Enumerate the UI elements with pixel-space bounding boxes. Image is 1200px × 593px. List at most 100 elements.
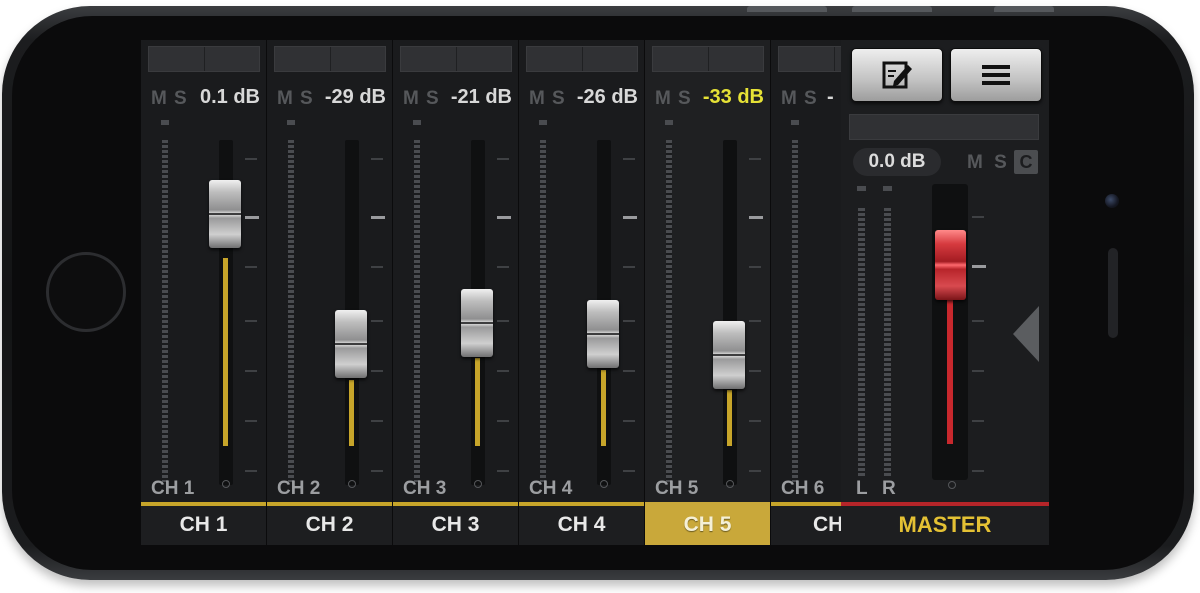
mixer-screen: M S 0.1 dB CH 1 M S -29 dB CH 2 M S -21 … (141, 40, 1049, 545)
tab-ch-5[interactable]: CH 5 (645, 502, 770, 545)
scale-tick (497, 420, 509, 422)
pan-knob[interactable] (474, 480, 482, 488)
fader-level-fill (601, 370, 606, 446)
front-camera (1105, 194, 1119, 208)
scale-tick (245, 420, 257, 422)
channel-strip-3: M S -21 dB CH 3 (393, 40, 519, 545)
peak-meter (400, 46, 512, 72)
fader-cap[interactable] (587, 300, 619, 368)
unity-tick (972, 265, 986, 268)
fader-cap[interactable] (209, 180, 241, 248)
master-mute-button[interactable]: M (967, 152, 986, 173)
right-level-meter (884, 208, 891, 478)
solo-button[interactable]: S (174, 88, 189, 110)
scale-tick (623, 420, 635, 422)
scale-tick (972, 320, 984, 322)
channel-strip-1: M S 0.1 dB CH 1 (141, 40, 267, 545)
scale-tick (371, 266, 383, 268)
channel-strip-4: M S -26 dB CH 4 (519, 40, 645, 545)
power-button (994, 6, 1054, 12)
pan-knob[interactable] (348, 480, 356, 488)
peak-meter (778, 46, 841, 72)
mute-button[interactable]: M (403, 88, 421, 110)
edit-button[interactable] (851, 48, 943, 102)
earpiece-speaker (1108, 248, 1118, 338)
level-meter (792, 140, 798, 482)
clip-button[interactable]: C (1014, 150, 1038, 174)
master-mute-solo: M S (967, 152, 1010, 174)
mute-button[interactable]: M (655, 88, 673, 110)
channel-label: CH 2 (277, 478, 321, 499)
scale-tick (371, 158, 383, 160)
solo-button[interactable]: S (426, 88, 441, 110)
scale-tick (972, 470, 984, 472)
solo-button[interactable]: S (678, 88, 693, 110)
tab-ch-6[interactable]: CH (771, 502, 841, 545)
master-section: 0.0 dB M S C L R MASTER (841, 40, 1049, 545)
scale-tick (623, 158, 635, 160)
tab-ch-2[interactable]: CH 2 (267, 502, 392, 545)
right-channel-label: R (882, 478, 896, 499)
mute-button[interactable]: M (781, 88, 799, 110)
tab-ch-3[interactable]: CH 3 (393, 502, 518, 545)
master-fader-cap[interactable] (935, 230, 966, 300)
left-meter-peak (857, 186, 866, 191)
meter-peak-indicator (413, 120, 421, 125)
scale-tick (749, 158, 761, 160)
scale-tick (497, 266, 509, 268)
mute-button[interactable]: M (151, 88, 169, 110)
tab-ch-4[interactable]: CH 4 (519, 502, 644, 545)
scale-tick (623, 370, 635, 372)
unity-tick (497, 216, 511, 219)
scale-tick (749, 470, 761, 472)
tab-ch-1[interactable]: CH 1 (141, 502, 266, 545)
solo-button[interactable]: S (300, 88, 315, 110)
mute-button[interactable]: M (277, 88, 295, 110)
mute-button[interactable]: M (529, 88, 547, 110)
tab-master[interactable]: MASTER (841, 502, 1049, 545)
fader-cap[interactable] (335, 310, 367, 378)
channel-label: CH 6 (781, 478, 825, 499)
scale-tick (371, 370, 383, 372)
menu-button[interactable] (950, 48, 1042, 102)
unity-tick (371, 216, 385, 219)
scale-tick (371, 420, 383, 422)
fader-cap[interactable] (461, 289, 493, 357)
solo-button[interactable]: S (552, 88, 567, 110)
pan-knob[interactable] (726, 480, 734, 488)
left-channel-label: L (856, 478, 868, 499)
channel-label: CH 3 (403, 478, 447, 499)
meter-peak-indicator (665, 120, 673, 125)
scale-tick (245, 370, 257, 372)
pan-knob[interactable] (600, 480, 608, 488)
unity-tick (749, 216, 763, 219)
scale-tick (972, 370, 984, 372)
channel-strip-6: M S - CH 6 (771, 40, 841, 545)
master-level-readout: 0.0 dB (853, 148, 941, 176)
scale-tick (371, 320, 383, 322)
scale-tick (623, 266, 635, 268)
channel-strips: M S 0.1 dB CH 1 M S -29 dB CH 2 M S -21 … (141, 40, 841, 545)
unity-tick (623, 216, 637, 219)
peak-meter (148, 46, 260, 72)
master-pan-knob[interactable] (948, 481, 956, 489)
volume-button (747, 6, 827, 12)
fader-level-fill (223, 258, 228, 446)
level-meter (540, 140, 546, 482)
meter-peak-indicator (287, 120, 295, 125)
fader-level-fill (727, 390, 732, 446)
meter-peak-indicator (539, 120, 547, 125)
hamburger-menu-icon (982, 65, 1010, 85)
home-button[interactable] (46, 252, 126, 332)
master-fader-fill (947, 296, 953, 444)
scale-tick (749, 420, 761, 422)
channel-label: CH 4 (529, 478, 573, 499)
fader-cap[interactable] (713, 321, 745, 389)
solo-button[interactable]: S (804, 88, 819, 110)
master-solo-button[interactable]: S (994, 152, 1010, 173)
channel-strip-2: M S -29 dB CH 2 (267, 40, 393, 545)
collapse-arrow-icon[interactable] (1013, 306, 1039, 362)
peak-meter (274, 46, 386, 72)
pan-knob[interactable] (222, 480, 230, 488)
channel-label: CH 5 (655, 478, 699, 499)
